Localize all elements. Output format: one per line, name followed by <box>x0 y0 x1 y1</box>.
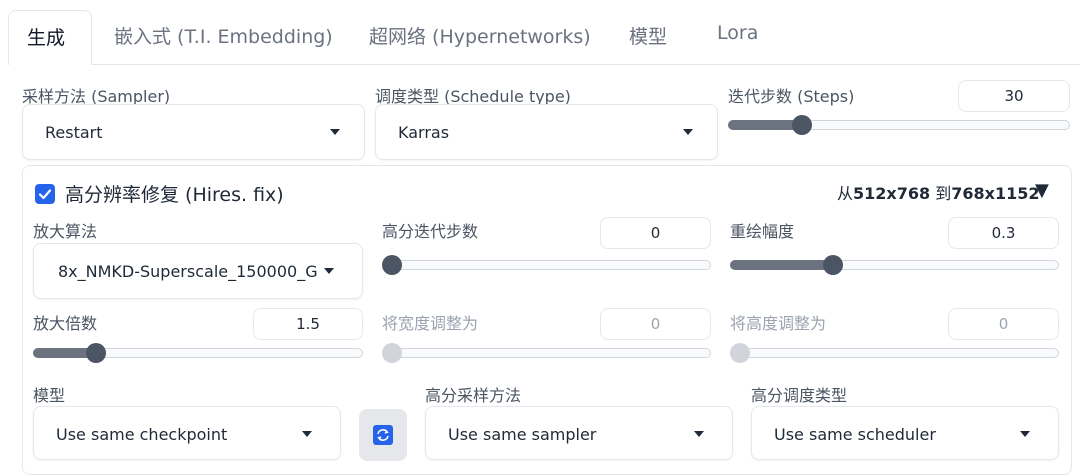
hires-scheduler-value: Use same scheduler <box>774 425 936 444</box>
resize-width-slider-thumb[interactable] <box>382 343 402 363</box>
refresh-button[interactable] <box>359 409 407 461</box>
steps-slider[interactable] <box>728 115 1070 135</box>
schedule-type-dropdown[interactable]: Karras <box>375 104 718 160</box>
upscale-by-slider-thumb[interactable] <box>85 343 106 363</box>
resize-height-input[interactable]: 0 <box>948 308 1059 340</box>
hires-sampler-value: Use same sampler <box>448 425 597 444</box>
resize-width-slider[interactable] <box>382 343 711 363</box>
denoise-label: 重绘幅度 <box>730 222 795 241</box>
checkpoint-label: 模型 <box>33 386 66 405</box>
tab-embedding[interactable]: 嵌入式 (T.I. Embedding) <box>114 22 333 49</box>
sampler-value: Restart <box>45 123 103 142</box>
tab-lora[interactable]: Lora <box>717 22 758 44</box>
schedule-type-value: Karras <box>398 123 450 142</box>
resize-height-slider[interactable] <box>730 343 1059 363</box>
chevron-down-icon <box>683 129 693 135</box>
steps-slider-thumb[interactable] <box>792 115 813 135</box>
hires-sampler-dropdown[interactable]: Use same sampler <box>425 406 733 460</box>
upscale-by-input[interactable]: 1.5 <box>253 308 363 340</box>
hires-steps-label: 高分迭代步数 <box>382 222 479 241</box>
hires-scheduler-label: 高分调度类型 <box>751 386 848 405</box>
hires-size-info: 从512x768 到768x1152 <box>837 184 1040 203</box>
tab-generate[interactable]: 生成 <box>8 10 92 66</box>
upscale-by-label: 放大倍数 <box>33 314 98 333</box>
upscaler-value: 8x_NMKD-Superscale_150000_G <box>58 262 318 281</box>
steps-label: 迭代步数 (Steps) <box>728 87 855 106</box>
sampler-dropdown[interactable]: Restart <box>22 104 365 160</box>
checkpoint-dropdown[interactable]: Use same checkpoint <box>33 406 341 460</box>
hires-fix-label: 高分辨率修复 (Hires. fix) <box>65 184 284 206</box>
hires-steps-slider[interactable] <box>382 255 711 275</box>
tab-bar: 生成 嵌入式 (T.I. Embedding) 超网络 (Hypernetwor… <box>0 0 1080 66</box>
hires-sampler-label: 高分采样方法 <box>425 386 522 405</box>
hires-steps-slider-thumb[interactable] <box>382 255 402 275</box>
denoise-slider-thumb[interactable] <box>822 255 843 275</box>
chevron-down-icon <box>1020 431 1030 437</box>
chevron-down-icon <box>324 268 334 274</box>
hires-fix-checkbox[interactable] <box>35 184 55 204</box>
collapse-toggle-icon[interactable]: ▼ <box>1035 180 1049 201</box>
checkpoint-value: Use same checkpoint <box>56 425 228 444</box>
denoise-input[interactable]: 0.3 <box>948 217 1059 249</box>
steps-input[interactable]: 30 <box>958 80 1070 112</box>
tab-models[interactable]: 模型 <box>629 22 667 49</box>
upscaler-label: 放大算法 <box>33 222 98 241</box>
hires-scheduler-dropdown[interactable]: Use same scheduler <box>751 406 1059 460</box>
chevron-down-icon <box>330 129 340 135</box>
denoise-slider[interactable] <box>730 255 1059 275</box>
upscaler-dropdown[interactable]: 8x_NMKD-Superscale_150000_G <box>33 243 363 299</box>
hires-fix-panel: 高分辨率修复 (Hires. fix) 从512x768 到768x1152 ▼… <box>22 165 1072 475</box>
hires-steps-input[interactable]: 0 <box>600 217 711 249</box>
chevron-down-icon <box>302 431 312 437</box>
resize-width-label: 将宽度调整为 <box>382 314 479 333</box>
chevron-down-icon <box>694 431 704 437</box>
tab-hypernetworks[interactable]: 超网络 (Hypernetworks) <box>369 22 591 49</box>
refresh-icon <box>373 425 393 445</box>
checkmark-icon <box>38 189 52 200</box>
resize-height-label: 将高度调整为 <box>730 314 827 333</box>
generate-panel: 采样方法 (Sampler) Restart 调度类型 (Schedule ty… <box>0 65 1080 475</box>
resize-width-input[interactable]: 0 <box>600 308 711 340</box>
resize-height-slider-thumb[interactable] <box>730 343 750 363</box>
upscale-by-slider[interactable] <box>33 343 363 363</box>
